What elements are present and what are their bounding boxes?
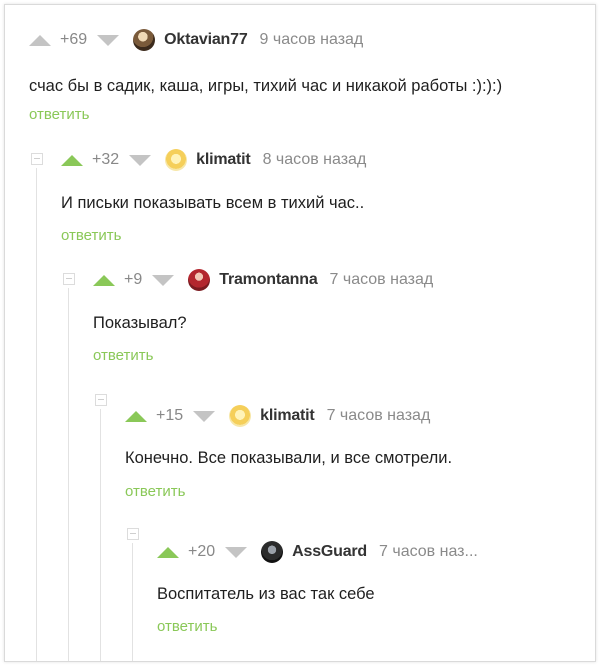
comment-username[interactable]: Tramontanna bbox=[219, 271, 317, 289]
downvote-arrow-icon[interactable] bbox=[97, 34, 120, 46]
comment-header: +69 Oktavian77 9 часов назад bbox=[29, 28, 363, 52]
reply-link[interactable]: ответить bbox=[93, 347, 153, 364]
comment-time: 7 часов назад bbox=[326, 407, 431, 424]
comment-time: 7 часов наз... bbox=[379, 543, 478, 560]
comment-text: Показывал? bbox=[93, 314, 187, 332]
comment-text: счас бы в садик, каша, игры, тихий час и… bbox=[29, 77, 503, 95]
comment-rating: +69 bbox=[60, 31, 88, 48]
comment-rating: +9 bbox=[124, 271, 143, 288]
upvote-arrow-icon[interactable] bbox=[157, 546, 179, 558]
downvote-arrow-icon[interactable] bbox=[225, 546, 248, 558]
comment-username[interactable]: AssGuard bbox=[292, 543, 367, 561]
reply-link[interactable]: ответить bbox=[125, 483, 185, 500]
reply-link[interactable]: ответить bbox=[29, 106, 89, 123]
upvote-arrow-icon[interactable] bbox=[61, 154, 83, 166]
thread-line bbox=[100, 409, 101, 661]
downvote-arrow-icon[interactable] bbox=[193, 410, 216, 422]
comment-username[interactable]: Oktavian77 bbox=[164, 31, 248, 49]
comment-rating: +15 bbox=[156, 407, 184, 424]
comment-time: 8 часов назад bbox=[262, 151, 367, 168]
comment-username[interactable]: klimatit bbox=[196, 151, 251, 169]
user-avatar[interactable] bbox=[229, 405, 252, 427]
collapse-icon[interactable] bbox=[95, 394, 107, 406]
upvote-arrow-icon[interactable] bbox=[93, 274, 115, 286]
user-avatar[interactable] bbox=[133, 29, 156, 51]
thread-line bbox=[132, 543, 133, 661]
collapse-icon[interactable] bbox=[31, 153, 43, 165]
user-avatar[interactable] bbox=[188, 269, 211, 291]
user-avatar[interactable] bbox=[261, 541, 284, 563]
comment-text: И письки показывать всем в тихий час.. bbox=[61, 194, 365, 212]
downvote-arrow-icon[interactable] bbox=[129, 154, 152, 166]
comment-rating: +20 bbox=[188, 543, 216, 560]
comment-username[interactable]: klimatit bbox=[260, 407, 315, 425]
user-avatar[interactable] bbox=[165, 149, 188, 171]
comment-header: +20 AssGuard 7 часов наз... bbox=[157, 540, 478, 564]
thread-line bbox=[68, 288, 69, 661]
comment-rating: +32 bbox=[92, 151, 120, 168]
reply-link[interactable]: ответить bbox=[157, 618, 217, 635]
reply-link[interactable]: ответить bbox=[61, 227, 121, 244]
comment-text: Воспитатель из вас так себе bbox=[157, 585, 375, 603]
thread-line bbox=[36, 168, 37, 661]
comment-time: 7 часов назад bbox=[329, 271, 434, 288]
downvote-arrow-icon[interactable] bbox=[152, 274, 175, 286]
collapse-icon[interactable] bbox=[127, 528, 139, 540]
comment-time: 9 часов назад bbox=[259, 31, 364, 48]
collapse-icon[interactable] bbox=[63, 273, 75, 285]
comment-text: Конечно. Все показывали, и все смотрели. bbox=[125, 449, 453, 467]
comment-header: +9 Tramontanna 7 часов назад bbox=[93, 268, 433, 292]
comment-header: +32 klimatit 8 часов назад bbox=[61, 148, 366, 172]
comment-header: +15 klimatit 7 часов назад bbox=[125, 404, 430, 428]
upvote-arrow-icon[interactable] bbox=[125, 410, 147, 422]
comments-thread: +69 Oktavian77 9 часов назад счас бы в с… bbox=[4, 4, 596, 662]
upvote-arrow-icon[interactable] bbox=[29, 34, 51, 46]
